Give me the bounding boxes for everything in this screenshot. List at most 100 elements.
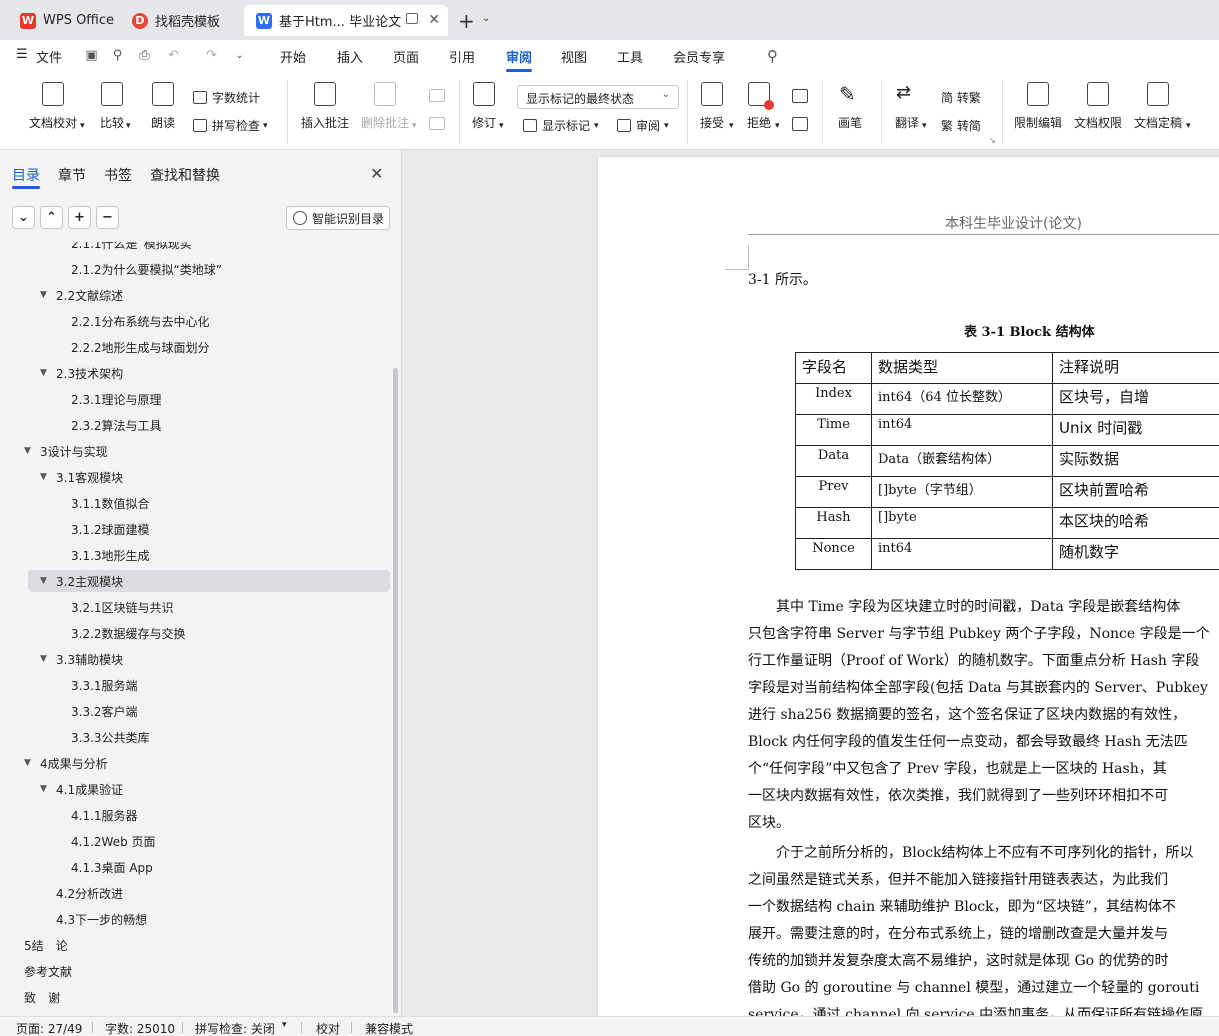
smart-toc-button[interactable]: 智能识别目录 — [286, 206, 390, 230]
delete-comment-button[interactable]: 删除批注 — [361, 82, 409, 131]
table-cell[interactable]: Unix 时间戳 — [1052, 414, 1219, 446]
review-pane-button[interactable]: 审阅 ▾ — [617, 117, 669, 134]
table-cell[interactable]: Index — [795, 383, 872, 415]
doc-permission-button[interactable]: 文档权限 — [1074, 82, 1122, 131]
track-changes-button[interactable]: 修订 — [472, 82, 496, 131]
previous-change-icon[interactable] — [792, 89, 808, 103]
toc-item[interactable]: 5结 论 — [24, 934, 68, 956]
toc-item[interactable]: 3.2.2数据缓存与交换 — [71, 622, 186, 644]
toc-item[interactable]: 3.2.1区块链与共识 — [71, 596, 174, 618]
table-cell[interactable]: []byte（字节组） — [871, 476, 1053, 508]
track-changes-chevron-icon[interactable]: ▾ — [499, 121, 504, 131]
status-proof[interactable]: 校对 — [316, 1020, 340, 1036]
to-simplified-button[interactable]: 繁 转简 — [941, 117, 981, 134]
toc-item[interactable]: ▼ 3.3辅助模块 — [40, 648, 123, 670]
menu-view[interactable]: 视图 — [561, 47, 587, 66]
close-icon[interactable]: ✕ — [370, 164, 383, 183]
toc-item[interactable]: 4.2分析改进 — [40, 882, 123, 904]
hamburger-icon[interactable]: ☰ — [16, 47, 28, 62]
expand-triangle-icon[interactable]: ▼ — [24, 758, 36, 768]
toc-item[interactable]: ▼ 3设计与实现 — [24, 440, 108, 462]
remove-heading-minus-icon[interactable]: − — [96, 206, 119, 229]
panel-tab-bookmarks[interactable]: 书签 — [104, 165, 132, 185]
toc-item[interactable]: 2.3.2算法与工具 — [71, 414, 162, 436]
block-struct-table[interactable]: 字段名 数据类型 注释说明 Index int64（64 位长整数） 区块号，自增 T… — [795, 352, 1219, 570]
tab-thesis-document[interactable]: W 基于Htm... 毕业论文 ✕ — [244, 5, 448, 36]
toc-item[interactable]: 致 谢 — [24, 986, 60, 1008]
toc-item[interactable]: 2.1.2为什么要模拟“类地球” — [71, 258, 222, 280]
toc-item[interactable]: 2.2.1分布系统与去中心化 — [71, 310, 210, 332]
status-word-count[interactable]: 字数: 25010 — [105, 1020, 175, 1036]
table-cell[interactable]: int64（64 位长整数） — [871, 383, 1053, 415]
accept-button[interactable]: 接受 — [700, 82, 724, 131]
toc-item[interactable]: 3.3.1服务端 — [71, 674, 138, 696]
expand-triangle-icon[interactable]: ▼ — [40, 290, 52, 300]
tab-wps-office[interactable]: W WPS Office — [8, 5, 116, 36]
toc-item[interactable]: 3.3.3公共类库 — [71, 726, 150, 748]
reject-chevron-icon[interactable]: ▾ — [775, 121, 780, 131]
table-cell[interactable]: Hash — [795, 507, 872, 539]
toc-item[interactable]: 3.1.2球面建模 — [71, 518, 150, 540]
menu-file[interactable]: 文件 — [36, 47, 62, 66]
translate-chevron-icon[interactable]: ▾ — [922, 121, 927, 131]
expand-triangle-icon[interactable]: ▼ — [24, 446, 36, 456]
toc-item[interactable]: 2.3.1理论与原理 — [71, 388, 162, 410]
table-cell[interactable]: 随机数字 — [1052, 538, 1219, 570]
toc-item[interactable]: 4.3下一步的畅想 — [40, 908, 147, 930]
delete-comment-chevron-icon[interactable]: ▾ — [412, 121, 417, 131]
toc-item[interactable]: ▼ 3.1客观模块 — [40, 466, 123, 488]
status-page[interactable]: 页面: 27/49 — [16, 1020, 82, 1036]
spell-check-button[interactable]: 拼写检查 ▾ — [193, 117, 268, 134]
toc-item[interactable]: 4.1.1服务器 — [71, 804, 138, 826]
doc-proof-chevron-icon[interactable]: ▾ — [80, 121, 85, 131]
read-aloud-button[interactable]: 朗读 — [151, 82, 175, 131]
word-count-button[interactable]: 字数统计 — [193, 89, 260, 106]
document-page[interactable]: 本科生毕业设计(论文) 3-1 所示。 表 3-1 Block 结构体 字段名 … — [598, 157, 1219, 1016]
spell-chevron-icon[interactable]: ▾ — [282, 1020, 287, 1030]
menu-references[interactable]: 引用 — [449, 47, 475, 66]
restrict-edit-button[interactable]: 限制编辑 — [1014, 82, 1062, 131]
menu-page[interactable]: 页面 — [393, 47, 419, 66]
expand-triangle-icon[interactable]: ▼ — [40, 654, 52, 664]
toc-item[interactable]: 3.1.1数值拟合 — [71, 492, 150, 514]
new-tab-chevron-icon[interactable]: ⌄ — [482, 13, 490, 24]
ink-button[interactable]: ✎ 画笔 — [838, 82, 862, 131]
new-tab-plus-icon[interactable]: + — [458, 9, 475, 33]
redo-icon[interactable]: ↷ — [204, 48, 219, 63]
translate-button[interactable]: ⇄ 翻译 — [895, 82, 919, 131]
toc-item[interactable]: ▼ 3.2主观模块 — [28, 570, 390, 592]
toc-item[interactable]: 参考文献 — [24, 960, 72, 982]
accept-chevron-icon[interactable]: ▾ — [729, 121, 734, 131]
next-comment-icon[interactable] — [429, 117, 445, 130]
quick-access-chevron-icon[interactable]: ⌄ — [232, 48, 247, 63]
menu-review[interactable]: 审阅 — [506, 47, 532, 66]
tab-window-icon[interactable] — [406, 13, 418, 24]
panel-tab-chapters[interactable]: 章节 — [58, 165, 86, 185]
menu-home[interactable]: 开始 — [280, 47, 306, 66]
toc-scrollbar[interactable] — [393, 368, 398, 1013]
toc-item[interactable]: ▼ 4.1成果验证 — [40, 778, 123, 800]
table-cell[interactable]: int64 — [871, 414, 1053, 446]
table-cell[interactable]: Data — [795, 445, 872, 477]
to-traditional-button[interactable]: 简 转繁 — [941, 89, 981, 106]
reject-button[interactable]: 拒绝 — [747, 82, 774, 131]
toc-item[interactable]: ▼ 2.2文献综述 — [40, 284, 123, 306]
finalize-button[interactable]: 文档定稿 — [1134, 82, 1182, 131]
collapse-all-chevron-icon[interactable]: ⌄ — [12, 206, 35, 229]
table-cell[interactable]: Nonce — [795, 538, 872, 570]
panel-tab-toc[interactable]: 目录 — [12, 165, 40, 185]
expand-triangle-icon[interactable]: ▼ — [40, 784, 52, 794]
insert-comment-button[interactable]: 插入批注 — [301, 82, 349, 131]
status-spell-check[interactable]: 拼写检查: 关闭 — [195, 1020, 275, 1036]
table-cell[interactable]: 实际数据 — [1052, 445, 1219, 477]
menu-insert[interactable]: 插入 — [337, 47, 363, 66]
expand-triangle-icon[interactable]: ▼ — [40, 472, 52, 482]
table-cell[interactable]: Time — [795, 414, 872, 446]
toc-item[interactable]: ▼ 2.3技术架构 — [40, 362, 123, 384]
table-cell[interactable]: Prev — [795, 476, 872, 508]
toc-item[interactable]: 4.1.3桌面 App — [71, 856, 153, 878]
previous-comment-icon[interactable] — [429, 89, 445, 102]
menu-tools[interactable]: 工具 — [617, 47, 643, 66]
markup-mode-select[interactable]: 显示标记的最终状态 ⌄ — [517, 85, 679, 109]
dialog-launcher-icon[interactable]: ↘ — [989, 136, 996, 145]
